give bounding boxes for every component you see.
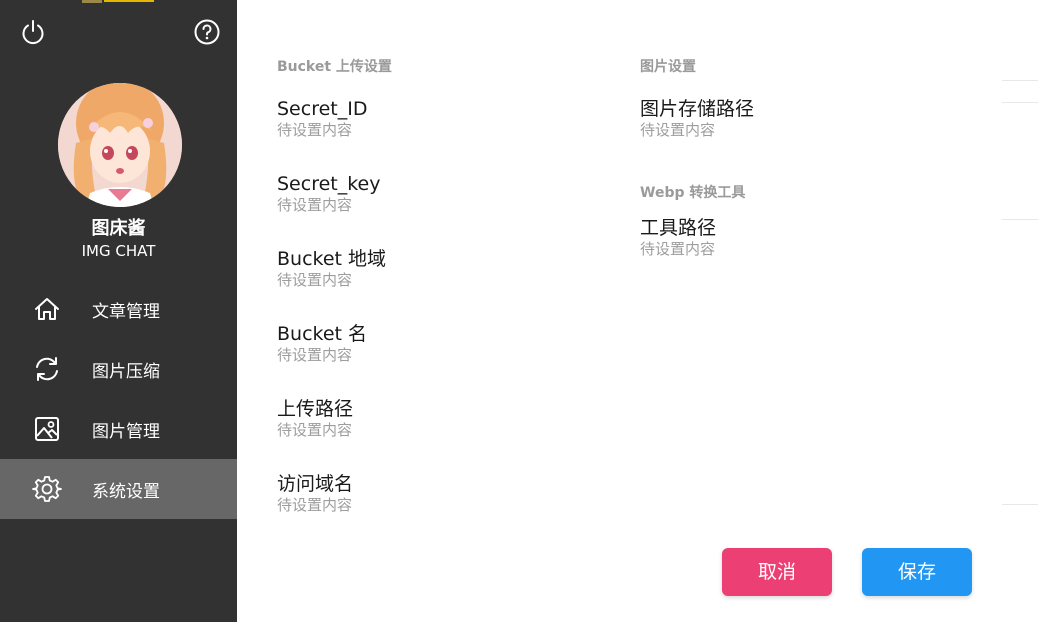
tool-path-field[interactable]: 工具路径 待设置内容 (640, 216, 716, 258)
sidebar-item-label: 图片管理 (92, 421, 160, 442)
sidebar-item-articles[interactable]: 文章管理 (0, 279, 237, 339)
field-label: Secret_key (277, 173, 381, 195)
save-button[interactable]: 保存 (862, 548, 972, 596)
sidebar-item-label: 图片压缩 (92, 361, 160, 382)
field-value: 待设置内容 (277, 496, 353, 514)
field-value: 待设置内容 (640, 121, 716, 139)
window-handle (104, 0, 154, 2)
secret-key-field[interactable]: Secret_key 待设置内容 (277, 172, 381, 214)
secret-id-field[interactable]: Secret_ID 待设置内容 (277, 97, 367, 139)
image-section-title: 图片设置 (640, 59, 696, 75)
sidebar-item-label: 文章管理 (92, 301, 160, 322)
field-label: 访问域名 (277, 473, 354, 495)
image-icon (32, 414, 62, 444)
field-value: 待设置内容 (277, 121, 353, 139)
sidebar: 图床酱 IMG CHAT 文章管理 图片压缩 图片管理 系统设置 (0, 0, 237, 622)
field-value: 待设置内容 (277, 271, 353, 289)
field-value: 待设置内容 (277, 346, 353, 364)
cancel-button[interactable]: 取消 (722, 548, 832, 596)
bucket-section-title: Bucket 上传设置 (277, 59, 392, 75)
field-label: Bucket 名 (277, 323, 368, 345)
help-icon[interactable] (193, 18, 221, 46)
divider (1002, 80, 1038, 81)
field-label: Secret_ID (277, 98, 368, 120)
window-handle-left (82, 0, 102, 3)
upload-path-field[interactable]: 上传路径 待设置内容 (277, 397, 353, 439)
field-label: 图片存储路径 (640, 98, 755, 120)
field-value: 待设置内容 (640, 240, 716, 258)
sidebar-item-images[interactable]: 图片管理 (0, 399, 237, 459)
field-value: 待设置内容 (277, 421, 353, 439)
app-name: 图床酱 (91, 218, 146, 239)
avatar (58, 83, 182, 207)
divider (1002, 504, 1038, 505)
field-value: 待设置内容 (277, 196, 353, 214)
image-storage-path-field[interactable]: 图片存储路径 待设置内容 (640, 97, 754, 139)
gear-icon (32, 474, 62, 504)
sync-icon (32, 354, 62, 384)
home-icon (32, 294, 62, 324)
divider (1002, 102, 1038, 103)
field-label: 工具路径 (640, 217, 717, 239)
power-icon[interactable] (19, 18, 47, 46)
bucket-region-field[interactable]: Bucket 地域 待设置内容 (277, 247, 386, 289)
sidebar-item-compress[interactable]: 图片压缩 (0, 339, 237, 399)
app-subtitle: IMG CHAT (81, 242, 156, 260)
bucket-name-field[interactable]: Bucket 名 待设置内容 (277, 322, 367, 364)
divider (1002, 219, 1038, 220)
sidebar-item-label: 系统设置 (92, 481, 160, 502)
field-label: Bucket 地域 (277, 248, 387, 270)
sidebar-item-settings[interactable]: 系统设置 (0, 459, 237, 519)
field-label: 上传路径 (277, 398, 354, 420)
access-domain-field[interactable]: 访问域名 待设置内容 (277, 472, 353, 514)
webp-section-title: Webp 转换工具 (640, 185, 746, 201)
